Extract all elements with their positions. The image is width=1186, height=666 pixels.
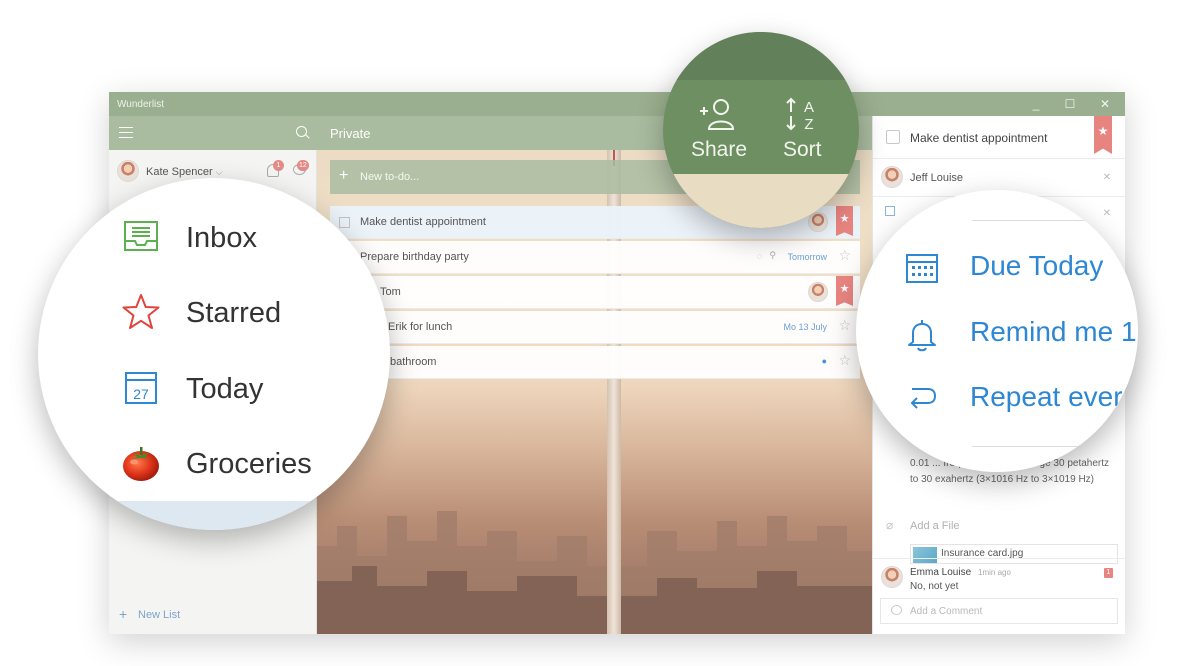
remove-due-icon[interactable]: ✕ <box>1103 208 1111 219</box>
zoom-toolbar: Share A Z Sort <box>663 32 859 228</box>
zoom-sidebar-lists: Inbox Starred 27 Today Groceries <box>38 178 390 530</box>
comment-time: 1min ago <box>978 568 1011 577</box>
new-todo-placeholder: New to-do... <box>360 171 420 183</box>
minimize-button[interactable]: _ <box>1027 95 1045 113</box>
share-label: Share <box>691 138 748 161</box>
divider <box>873 158 1125 159</box>
task-title: Erik for lunch <box>388 321 453 333</box>
search-icon[interactable] <box>296 126 307 137</box>
detail-title[interactable]: Make dentist appointment <box>910 131 1047 145</box>
task-row[interactable]: Erik for lunch Mo 13 July ☆ <box>330 311 860 344</box>
star-outline-icon[interactable]: ☆ <box>838 352 851 369</box>
paperclip-icon: ⌀ <box>886 518 894 532</box>
sidebar-item-inbox[interactable]: Inbox <box>38 214 390 264</box>
repeat-icon <box>910 388 937 409</box>
user-name-text: Kate Spencer <box>146 166 213 178</box>
task-row[interactable]: Prepare birthday party ◌ ⚲ Tomorrow ☆ <box>330 241 860 274</box>
sidebar-item-label: Groceries <box>186 448 312 480</box>
share-user-icon <box>700 99 735 130</box>
list-title: Private <box>330 126 371 141</box>
sidebar-item-starred[interactable]: Starred <box>38 289 390 339</box>
svg-text:Z: Z <box>804 116 813 132</box>
assignee-avatar <box>808 282 828 302</box>
file-attachment[interactable]: Insurance card.jpg <box>910 544 1118 564</box>
user-name[interactable]: Kate Spencer ⌵ <box>146 166 223 178</box>
city-skyline <box>317 511 872 634</box>
notifications-badge: 1 <box>273 160 284 171</box>
star-outline-icon[interactable]: ☆ <box>838 247 851 264</box>
divider <box>972 220 1112 221</box>
sidebar-item-label: Inbox <box>186 222 257 254</box>
background-band <box>663 174 859 228</box>
window-title: Wunderlist <box>117 99 165 110</box>
due-date-label: Due Today <box>970 250 1104 281</box>
hamburger-menu-icon[interactable] <box>119 127 133 138</box>
calendar-day: 27 <box>133 386 149 402</box>
file-thumbnail <box>913 547 937 563</box>
new-list-button[interactable]: New List <box>138 609 180 621</box>
sidebar-header <box>109 116 317 150</box>
reminder-label: Remind me 1 <box>970 316 1137 347</box>
detail-checkbox[interactable] <box>886 130 900 144</box>
sidebar-item-today[interactable]: 27 Today <box>38 365 390 415</box>
add-file-button[interactable]: Add a File <box>910 520 960 532</box>
bell-icon <box>908 320 936 352</box>
chevron-down-icon: ⌵ <box>215 167 223 177</box>
comment-icon: ● <box>821 356 827 366</box>
title-bar: Wunderlist _ ☐ ✕ <box>109 92 1125 116</box>
sidebar-item-label: Starred <box>186 297 282 329</box>
plus-icon: + <box>339 167 349 184</box>
screenshot-stage: Wunderlist _ ☐ ✕ Kate Spencer ⌵ 1 12 + N… <box>0 0 1186 666</box>
calendar-icon <box>906 254 938 283</box>
sort-label: Sort <box>783 138 822 161</box>
zoom-task-options: Due Today Remind me 1 Repeat ever <box>856 190 1138 472</box>
star-icon <box>122 294 160 329</box>
maximize-button[interactable]: ☐ <box>1061 95 1079 113</box>
toolbar-band <box>663 32 859 80</box>
commenter-avatar <box>881 566 903 588</box>
calendar-icon <box>885 206 895 216</box>
sort-az-icon: A Z <box>786 97 814 132</box>
task-row[interactable]: Tom ★ <box>330 276 860 309</box>
due-date: Tomorrow <box>787 252 827 262</box>
comment-text: No, not yet <box>910 581 959 592</box>
assignee-avatar <box>881 166 903 188</box>
selected-row-highlight <box>38 501 390 530</box>
close-button[interactable]: ✕ <box>1096 95 1114 113</box>
messages-badge: 12 <box>297 160 309 171</box>
repeat-label: Repeat ever <box>970 381 1123 412</box>
remove-assignee-icon[interactable]: ✕ <box>1103 172 1111 183</box>
svg-text:A: A <box>804 99 814 116</box>
comment-author: Emma Louise <box>910 567 972 578</box>
add-comment-input[interactable]: Add a Comment <box>880 598 1118 624</box>
divider <box>972 446 1112 447</box>
pin-icon: ⚲ <box>769 250 776 260</box>
plus-icon: + <box>119 606 128 622</box>
task-row[interactable]: bathroom ● ☆ <box>330 346 860 379</box>
tomato-icon <box>123 447 159 481</box>
star-outline-icon[interactable]: ☆ <box>838 317 851 334</box>
comment-icon <box>891 605 902 615</box>
star-filled-icon[interactable]: ★ <box>1094 116 1112 154</box>
sidebar-item-label: Today <box>186 373 264 405</box>
due-date: Mo 13 July <box>783 322 827 332</box>
comment-icon: ◌ <box>756 251 762 261</box>
inbox-icon <box>124 221 158 251</box>
calendar-today-icon: 27 <box>125 372 157 404</box>
star-filled-icon[interactable]: ★ <box>836 276 853 306</box>
assignee-name[interactable]: Jeff Louise <box>910 172 963 184</box>
user-avatar <box>117 160 139 182</box>
sidebar-item-groceries[interactable]: Groceries <box>38 440 390 490</box>
divider <box>873 558 1125 559</box>
comment-badge: 1 <box>1104 568 1113 578</box>
add-comment-placeholder: Add a Comment <box>910 606 983 617</box>
task-title: bathroom <box>390 356 437 368</box>
